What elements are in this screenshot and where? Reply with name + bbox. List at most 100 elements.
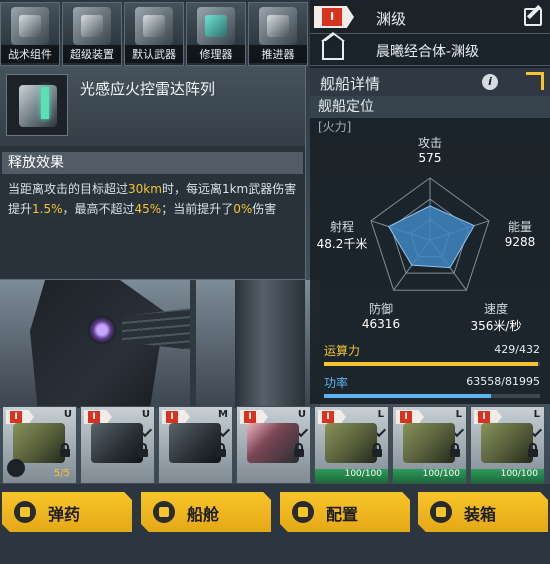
stat-label: 防御 (368, 302, 393, 316)
ship-tier-row: I 渊级 (310, 0, 550, 34)
power-fill (324, 394, 492, 398)
durability-value: 100/100 (422, 469, 460, 479)
tool-icon[interactable] (7, 459, 25, 477)
home-icon[interactable] (321, 32, 345, 60)
rank-badge (318, 410, 346, 424)
durability-bar: 100/100 (393, 469, 466, 483)
equipment-slot[interactable]: M (158, 406, 233, 484)
rank-badge (84, 410, 112, 424)
action-bar: 弹药 船舱 配置 装箱 (0, 484, 550, 564)
compute-fill (324, 362, 539, 366)
weapon-part-icon (247, 423, 299, 463)
compute-track (324, 362, 540, 366)
slot-size: L (455, 409, 462, 420)
lock-icon (450, 443, 460, 457)
config-button[interactable]: 配置 (280, 492, 410, 532)
effect-text: ，最高不超过 (62, 202, 135, 216)
default-weapon-icon (135, 7, 173, 45)
stat-value: 48.2千米 (316, 237, 368, 251)
tab-repair[interactable]: 修理器 (186, 2, 246, 66)
slot-size: U (63, 409, 72, 420)
button-label: 装箱 (464, 505, 497, 524)
ship-details-title: 舰船详情 (320, 75, 381, 93)
stat-value: 46316 (361, 317, 401, 331)
lock-icon (528, 443, 538, 457)
tab-label: 推进器 (249, 45, 307, 63)
ship-panel: I 渊级 晨曦经合体-渊级 舰船详情 i 舰船定位 [火力] 攻击 575 能量… (310, 0, 550, 404)
button-label: 船舱 (187, 505, 220, 524)
crate-icon (430, 501, 452, 523)
lock-icon (372, 443, 382, 457)
slot-size: L (533, 409, 540, 420)
button-label: 配置 (326, 505, 359, 524)
stat-label: 速度 (483, 302, 508, 316)
durability-value: 100/100 (344, 469, 382, 479)
tab-tactical[interactable]: 战术组件 (0, 2, 60, 66)
tab-default-weapon[interactable]: 默认武器 (124, 2, 184, 66)
compute-value: 429/432 (494, 343, 540, 356)
effect-value: 30km (128, 182, 162, 196)
compute-label: 运算力 (324, 344, 361, 358)
tab-super-device[interactable]: 超级装置 (62, 2, 122, 66)
weapon-part-icon (169, 423, 221, 463)
power-bar: 功率 63558/81995 (324, 374, 540, 398)
module-header: 光感应火控雷达阵列 (0, 66, 305, 146)
ammo-button[interactable]: 弹药 (2, 492, 132, 532)
weapon-part-icon (481, 423, 533, 463)
expand-icon[interactable] (526, 72, 544, 90)
durability-bar: 100/100 (471, 469, 544, 483)
ship-name-row: 晨曦经合体-渊级 (310, 32, 550, 66)
crate-button[interactable]: 装箱 (418, 492, 548, 532)
rank-badge (474, 410, 502, 424)
equipment-slot[interactable]: U (80, 406, 155, 484)
rank-badge (396, 410, 424, 424)
weapon-part-icon (403, 423, 455, 463)
equipment-slot[interactable]: U (236, 406, 311, 484)
stat-defense: 防御 46316 (356, 300, 406, 331)
dock-tower (235, 280, 305, 408)
slot-size: U (297, 409, 306, 420)
rank-badge: I (314, 6, 354, 28)
tab-thruster[interactable]: 推进器 (248, 2, 308, 66)
stat-value: 575 (418, 151, 442, 165)
equipment-slots: U 5/5 U M U L 100/100 L (0, 406, 550, 484)
rank-badge (240, 410, 268, 424)
durability-value: 100/100 (500, 469, 538, 479)
edit-icon[interactable] (524, 8, 542, 26)
cabin-button[interactable]: 船舱 (141, 492, 271, 532)
effect-value: 45% (134, 202, 162, 216)
stat-range: 射程 48.2千米 (314, 218, 370, 252)
tab-label: 战术组件 (1, 45, 59, 63)
equipment-slot[interactable]: U 5/5 (2, 406, 77, 484)
rank-badge (162, 410, 190, 424)
ship-lens (88, 316, 116, 344)
repair-device-icon (197, 7, 235, 45)
stat-label: 射程 (329, 220, 354, 234)
ammo-icon (14, 501, 36, 523)
stat-speed: 速度 356米/秒 (458, 300, 534, 334)
lock-icon (138, 443, 148, 457)
stat-label: 能量 (507, 220, 532, 234)
effect-text: 伤害 (252, 202, 277, 216)
effect-value: 0% (233, 202, 253, 216)
effect-text: 当距离攻击的目标超过 (8, 182, 129, 196)
stat-value: 9288 (504, 235, 536, 249)
equipment-slot[interactable]: L 100/100 (392, 406, 467, 484)
stat-value: 356米/秒 (470, 319, 522, 333)
position-title: 舰船定位 (310, 96, 550, 118)
equipment-slot[interactable]: L 100/100 (470, 406, 545, 484)
compute-bar: 运算力 429/432 (324, 342, 540, 366)
info-icon[interactable]: i (482, 74, 498, 90)
lock-icon (60, 443, 70, 457)
config-icon (292, 501, 314, 523)
effect-text: ；当前提升了 (161, 202, 234, 216)
ship-details-header: 舰船详情 i (310, 68, 550, 96)
weapon-part-icon (91, 423, 143, 463)
equipment-slot[interactable]: L 100/100 (314, 406, 389, 484)
ship-tier: 渊级 (376, 10, 407, 28)
lock-icon (294, 443, 304, 457)
effect-title: 释放效果 (2, 152, 303, 174)
module-icon (6, 74, 68, 136)
component-tabs: 战术组件 超级装置 默认武器 修理器 推进器 (0, 0, 310, 66)
tab-label: 默认武器 (125, 45, 183, 63)
